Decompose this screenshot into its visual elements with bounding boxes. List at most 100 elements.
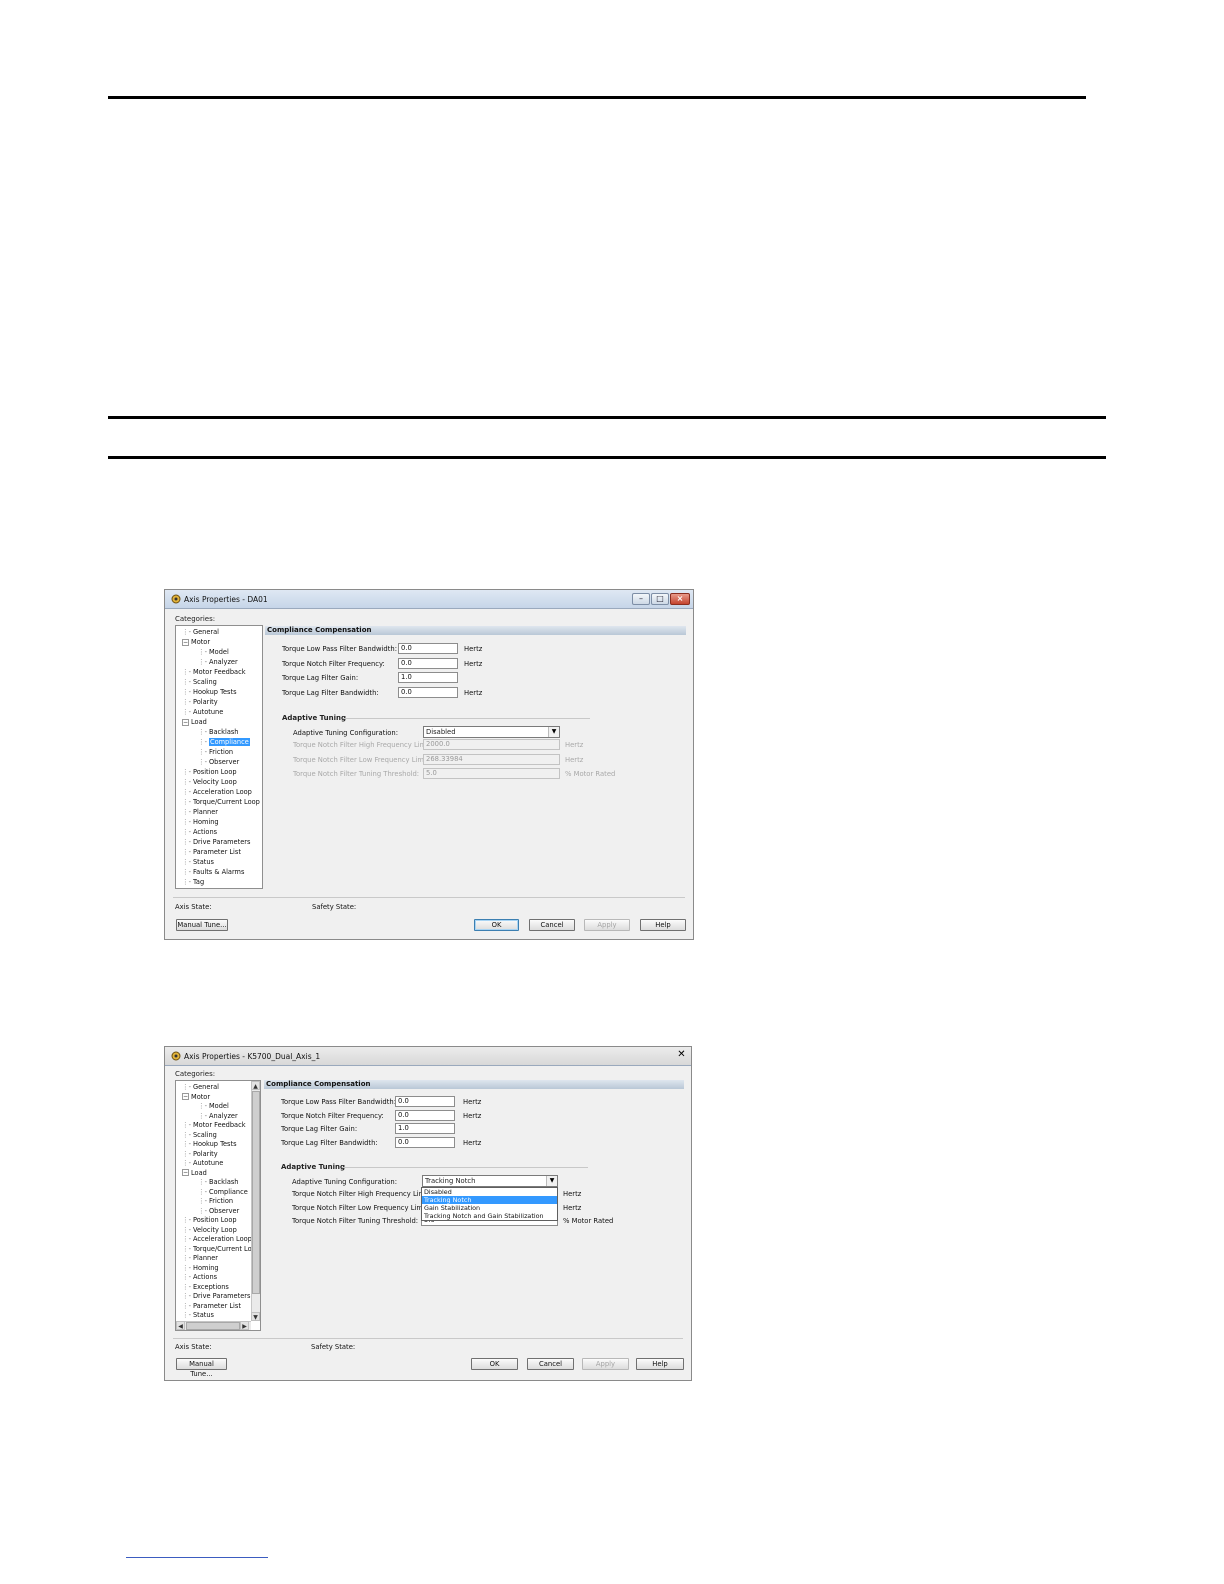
- scroll-up-icon[interactable]: ▲: [251, 1081, 260, 1090]
- tree-item[interactable]: ⋮‑ Acceleration Loop: [182, 1235, 252, 1244]
- cancel-button[interactable]: Cancel: [529, 919, 575, 931]
- tree-item[interactable]: ⋮‑ Model: [198, 648, 229, 657]
- tree-item[interactable]: ⋮‑ Drive Parameters: [182, 1292, 250, 1301]
- maximize-button[interactable]: □: [651, 593, 669, 605]
- tree-item[interactable]: ⋮‑ Model: [198, 1102, 229, 1111]
- tree-item[interactable]: ⋮‑ Hookup Tests: [182, 688, 237, 697]
- field-input[interactable]: 1.0: [398, 672, 458, 683]
- tree-item[interactable]: ⋮‑ Backlash: [198, 728, 238, 737]
- tree-item[interactable]: ⋮‑ General: [182, 1083, 219, 1092]
- dropdown-option[interactable]: Tracking Notch: [422, 1196, 557, 1204]
- dropdown-option[interactable]: Disabled: [422, 1188, 557, 1196]
- tree-item[interactable]: ⋮‑ Exceptions: [182, 1283, 229, 1292]
- tree-item[interactable]: ⋮‑ Torque/Current Lo: [182, 1245, 252, 1254]
- scroll-down-icon[interactable]: ▼: [251, 1312, 260, 1321]
- tree-item[interactable]: ⋮‑ General: [182, 628, 219, 637]
- field-input[interactable]: 0.0: [398, 686, 458, 698]
- tree-item[interactable]: ⋮‑ Motor Feedback: [182, 1121, 246, 1130]
- tree-item[interactable]: ⋮‑ Velocity Loop: [182, 778, 237, 787]
- tree-item[interactable]: − Load: [182, 718, 207, 727]
- tree-item[interactable]: ⋮‑ Analyzer: [198, 658, 238, 667]
- tree-item[interactable]: ⋮‑ Observer: [198, 758, 239, 767]
- tree-item[interactable]: − Motor: [182, 638, 210, 647]
- field-input[interactable]: 0.0: [395, 1136, 455, 1148]
- tree-item[interactable]: ⋮‑ Backlash: [198, 1178, 238, 1187]
- tree-item[interactable]: − Load: [182, 1169, 207, 1178]
- tree-item[interactable]: ⋮‑ Position Loop: [182, 1216, 237, 1225]
- tree-item[interactable]: ⋮‑ Actions: [182, 828, 217, 837]
- field-input[interactable]: 268.33984: [423, 753, 560, 765]
- tree-item[interactable]: ⋮‑ Motor Feedback: [182, 668, 246, 677]
- field-input[interactable]: 0.0: [395, 1109, 455, 1121]
- tree-item[interactable]: ⋮‑ Analyzer: [198, 1112, 238, 1121]
- tree-item[interactable]: ⋮‑ Parameter List: [182, 848, 241, 857]
- tree-item[interactable]: ⋮‑ Friction: [198, 1197, 233, 1206]
- adaptive-config-select[interactable]: Disabled ▼: [423, 726, 560, 738]
- field-input[interactable]: 1.0: [395, 1123, 455, 1134]
- collapse-icon[interactable]: −: [182, 718, 189, 726]
- tree-item[interactable]: ⋮‑ Autotune: [182, 1159, 223, 1168]
- tree-item[interactable]: ⋮‑ Status: [182, 1311, 214, 1320]
- chevron-down-icon[interactable]: ▼: [548, 727, 559, 737]
- tree-item[interactable]: ⋮‑ Polarity: [182, 698, 218, 707]
- tree-item[interactable]: ⋮‑ Homing: [182, 818, 219, 827]
- tree-item[interactable]: ⋮‑ Polarity: [182, 1150, 218, 1159]
- field-input[interactable]: 0.0: [395, 1096, 455, 1107]
- tree-item[interactable]: ⋮‑ Actions: [182, 1273, 217, 1282]
- tree-item[interactable]: ⋮‑ Drive Parameters: [182, 838, 250, 847]
- help-button[interactable]: Help: [636, 1358, 684, 1370]
- ok-button[interactable]: OK: [474, 919, 519, 931]
- apply-button[interactable]: Apply: [584, 919, 630, 931]
- tree-item[interactable]: ⋮‑ Parameter List: [182, 1302, 241, 1311]
- tree-item[interactable]: − Motor: [182, 1093, 210, 1102]
- categories-tree[interactable]: ⋮‑ General − Motor ⋮‑ Model ⋮‑ Analyzer ⋮‑ Motor …: [175, 1080, 261, 1331]
- tree-item[interactable]: ⋮‑ Status: [182, 858, 214, 867]
- title-bar[interactable]: Axis Properties - DA01 – □ ×: [165, 590, 693, 609]
- tree-item[interactable]: ⋮‑ Observer: [198, 1207, 239, 1216]
- apply-button[interactable]: Apply: [582, 1358, 629, 1370]
- close-button[interactable]: ×: [670, 593, 690, 605]
- dropdown-option[interactable]: Gain Stabilization: [422, 1204, 557, 1212]
- minimize-button[interactable]: –: [632, 593, 650, 605]
- tree-item[interactable]: ⋮‑ Scaling: [182, 1131, 217, 1140]
- collapse-icon[interactable]: −: [182, 638, 189, 646]
- title-bar[interactable]: Axis Properties - K5700_Dual_Axis_1 ✕: [165, 1047, 691, 1066]
- cancel-button[interactable]: Cancel: [527, 1358, 574, 1370]
- tree-vertical-scrollbar[interactable]: ▲ ▼: [251, 1081, 260, 1321]
- chevron-down-icon[interactable]: ▼: [546, 1176, 557, 1186]
- tree-item[interactable]: ⋮‑ Scaling: [182, 678, 217, 687]
- tree-item[interactable]: ⋮‑ Hookup Tests: [182, 1140, 237, 1149]
- manual-tune-button[interactable]: Manual Tune...: [176, 1358, 227, 1378]
- tree-item[interactable]: ⋮‑ Compliance: [198, 1188, 248, 1197]
- field-input[interactable]: 5.0: [423, 768, 560, 779]
- tree-item[interactable]: ⋮‑ Torque/Current Loop: [182, 798, 260, 807]
- manual-tune-button[interactable]: Manual Tune...: [176, 919, 228, 931]
- tree-item[interactable]: ⋮‑ Friction: [198, 748, 233, 757]
- tree-item[interactable]: ⋮‑ Faults & Alarms: [182, 868, 244, 877]
- tree-item[interactable]: ⋮‑ Acceleration Loop: [182, 788, 252, 797]
- collapse-icon[interactable]: −: [182, 1093, 189, 1100]
- scroll-right-icon[interactable]: ▶: [240, 1321, 249, 1330]
- footer-link-underline[interactable]: [126, 1557, 268, 1558]
- tree-item[interactable]: ⋮‑ Autotune: [182, 708, 223, 717]
- categories-tree[interactable]: ⋮‑ General − Motor ⋮‑ Model ⋮‑ Analyzer ⋮‑ Motor …: [175, 625, 263, 889]
- tree-horizontal-scrollbar[interactable]: ◀ ▶: [176, 1321, 251, 1330]
- help-button[interactable]: Help: [640, 919, 686, 931]
- scroll-thumb[interactable]: [252, 1091, 260, 1294]
- tree-item[interactable]: ⋮‑ Tag: [182, 878, 204, 887]
- tree-item[interactable]: ⋮‑ Planner: [182, 1254, 218, 1263]
- ok-button[interactable]: OK: [471, 1358, 518, 1370]
- field-input[interactable]: 0.0: [398, 643, 458, 654]
- dropdown-option[interactable]: Tracking Notch and Gain Stabilization: [422, 1212, 557, 1220]
- collapse-icon[interactable]: −: [182, 1169, 189, 1176]
- adaptive-config-dropdown[interactable]: Disabled Tracking Notch Gain Stabilization…: [421, 1187, 558, 1221]
- tree-item[interactable]: ⋮‑ Position Loop: [182, 768, 237, 777]
- tree-item[interactable]: ⋮‑ Planner: [182, 808, 218, 817]
- tree-item[interactable]: ⋮‑ Velocity Loop: [182, 1226, 237, 1235]
- field-input[interactable]: 2000.0: [423, 739, 560, 750]
- field-input[interactable]: 0.0: [398, 657, 458, 669]
- tree-item[interactable]: ⋮‑ Compliance: [198, 738, 250, 747]
- scroll-left-icon[interactable]: ◀: [176, 1321, 185, 1330]
- adaptive-config-select[interactable]: Tracking Notch ▼: [422, 1175, 558, 1187]
- close-icon[interactable]: ✕: [676, 1050, 687, 1061]
